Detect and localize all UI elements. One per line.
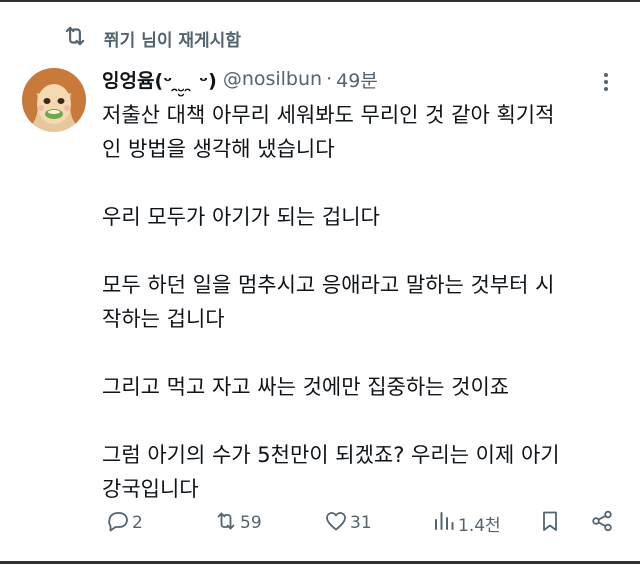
bookmark-button[interactable] (536, 508, 562, 538)
reply-count: 2 (132, 513, 143, 533)
views-count: 1.4천 (458, 515, 501, 536)
reply-icon (106, 509, 130, 538)
tweet-line: 그럼 아기의 수가 5천만이 되겠죠? 우리는 이제 아기 (102, 443, 560, 467)
separator-dot: · (326, 68, 333, 90)
tweet-text: 저출산 대책 아무리 세워봐도 무리인 것 같아 획기적 인 방법을 생각해 냈… (102, 98, 622, 506)
social-context[interactable]: 쮜기 님이 재게시함 (62, 24, 241, 52)
tweet-line: 모두 하던 일을 멈추시고 응애라고 말하는 것부터 시 (102, 273, 555, 297)
tweet-line: 강국입니다 (102, 477, 199, 501)
author-display-name[interactable]: 잉엉윰(ᵕ ̯ ̮̮ ̯ ᵕ) (102, 66, 217, 93)
top-border (0, 0, 640, 2)
share-icon (590, 509, 614, 538)
author-handle[interactable]: @nosilbun (223, 68, 322, 90)
repost-icon (214, 509, 238, 538)
share-button[interactable] (588, 508, 614, 538)
like-count: 31 (350, 513, 372, 533)
tweet-paragraph: 저출산 대책 아무리 세워봐도 무리인 것 같아 획기적 인 방법을 생각해 냈… (102, 98, 622, 166)
action-bar: 2 59 31 1.4천 (104, 508, 624, 538)
tweet-line: 우리 모두가 아기가 되는 겁니다 (102, 205, 380, 229)
bookmark-icon (538, 509, 562, 538)
repost-label: 쮜기 님이 재게시함 (104, 30, 241, 51)
more-options-icon[interactable] (596, 70, 616, 94)
reply-button[interactable]: 2 (104, 508, 143, 538)
repost-count: 59 (240, 513, 262, 533)
repost-icon (62, 23, 88, 53)
avatar[interactable] (22, 68, 86, 132)
views-icon (432, 509, 456, 538)
tweet-header: 잉엉윰(ᵕ ̯ ̮̮ ̯ ᵕ) @nosilbun · 49분 (102, 64, 378, 94)
tweet-line: 인 방법을 생각해 냈습니다 (102, 137, 335, 161)
heart-icon (324, 509, 348, 538)
tweet-timestamp[interactable]: 49분 (336, 66, 378, 93)
tweet-paragraph: 우리 모두가 아기가 되는 겁니다 (102, 200, 622, 234)
tweet-line: 작하는 겁니다 (102, 307, 225, 331)
tweet-line: 저출산 대책 아무리 세워봐도 무리인 것 같아 획기적 (102, 103, 555, 127)
like-button[interactable]: 31 (322, 508, 372, 538)
views-button[interactable]: 1.4천 (430, 508, 501, 538)
tweet-paragraph: 모두 하던 일을 멈추시고 응애라고 말하는 것부터 시 작하는 겁니다 (102, 268, 622, 336)
tweet-paragraph: 그리고 먹고 자고 싸는 것에만 집중하는 것이죠 (102, 370, 622, 404)
repost-button[interactable]: 59 (212, 508, 262, 538)
tweet-line: 그리고 먹고 자고 싸는 것에만 집중하는 것이죠 (102, 375, 510, 399)
cartoon-avatar (22, 68, 86, 132)
tweet-paragraph: 그럼 아기의 수가 5천만이 되겠죠? 우리는 이제 아기 강국입니다 (102, 438, 622, 506)
